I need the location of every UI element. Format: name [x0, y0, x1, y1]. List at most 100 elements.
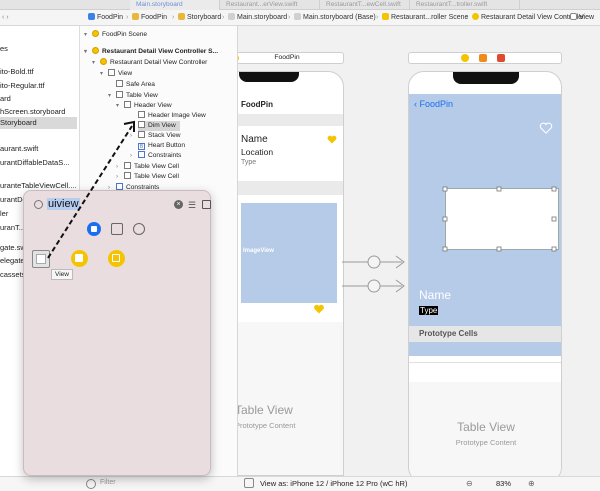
first-responder-icon[interactable]	[479, 54, 487, 62]
prototype-content-label: Prototype Content	[455, 438, 517, 447]
scene-icon	[92, 30, 99, 37]
tab-restaurant-view[interactable]: Restaurant...erView.swift	[220, 0, 320, 10]
image-icon	[138, 111, 145, 118]
storyboard-icon	[294, 13, 301, 20]
header-name-label: Name	[419, 288, 452, 302]
view-icon	[124, 101, 131, 108]
breadcrumb-item[interactable]: Main.storyboard	[228, 10, 287, 26]
prototype-cells-label: Prototype Cells	[419, 329, 478, 338]
controller-icon	[100, 58, 107, 65]
tooltip: View	[51, 269, 73, 280]
disclosure-icon[interactable]: ▾	[116, 101, 124, 111]
zoom-in-icon[interactable]: ⊕	[528, 479, 535, 488]
outline-item[interactable]: ▾ Restaurant Detail View Controller S...	[84, 47, 218, 57]
breadcrumb-separator: ›	[288, 14, 291, 21]
nav-file[interactable]: cassets	[0, 269, 25, 281]
header-type-label: Type	[419, 306, 439, 315]
sidebar-icon[interactable]	[202, 200, 211, 209]
nav-file[interactable]: es	[0, 43, 8, 55]
breadcrumb-separator: ›	[564, 14, 567, 21]
breadcrumb-item[interactable]: FoodPin	[132, 10, 167, 26]
section-divider	[238, 114, 343, 126]
exit-icon[interactable]	[497, 54, 505, 62]
tab-main-storyboard[interactable]: Main.storyboard	[130, 0, 220, 10]
nav-file[interactable]: uranT...	[0, 222, 25, 234]
view-icon	[116, 91, 123, 98]
filter-field[interactable]: Filter	[100, 479, 116, 486]
disclosure-icon[interactable]: ▾	[84, 47, 92, 57]
view-icon	[116, 80, 123, 87]
outline-item[interactable]: ▾ Restaurant Detail View Controller	[92, 58, 207, 68]
zoom-out-icon[interactable]: ⊖	[466, 479, 473, 488]
breadcrumb-separator: ›	[222, 14, 225, 21]
table-view-area	[238, 322, 343, 475]
breadcrumb-item[interactable]: Storyboard	[178, 10, 221, 26]
scene-title-bar: FoodPin	[238, 52, 344, 64]
prototype-content-label: Prototype Content	[238, 421, 296, 430]
selection-handles	[442, 186, 557, 252]
image-view-placeholder: ImageView	[241, 203, 337, 303]
disclosure-icon[interactable]: ▾	[100, 69, 108, 79]
scene-icon	[382, 13, 389, 20]
back-button[interactable]: ‹ FoodPin	[414, 99, 453, 109]
filter-icon[interactable]	[86, 479, 96, 489]
segue-arrows	[342, 255, 405, 293]
breadcrumb-item[interactable]: Restaurant Detail View Controller	[472, 10, 584, 26]
canvas-bottom-bar: View as: iPhone 12 / iPhone 12 Pro (wC h…	[238, 476, 600, 491]
tab-bar: Main.storyboard Restaurant...erView.swif…	[0, 0, 600, 10]
outline-item[interactable]: ▾ Table View	[108, 91, 158, 101]
tab-restaurant-cell[interactable]: RestaurantT...ewCell.swift	[320, 0, 410, 10]
scene-title: FoodPin	[274, 54, 300, 61]
nav-file[interactable]: ard	[0, 93, 11, 105]
device-config-button[interactable]: View as: iPhone 12 / iPhone 12 Pro (wC h…	[260, 479, 407, 488]
breadcrumb-item[interactable]: View	[570, 10, 594, 26]
scene-icon	[92, 47, 99, 54]
disclosure-icon[interactable]: ▾	[108, 91, 116, 101]
zoom-level: 83%	[496, 479, 512, 488]
list-view-icon[interactable]: ☰	[188, 200, 196, 211]
phone-frame-left: FoodPin Name Location Type ImageView Tab…	[238, 71, 344, 476]
folder-icon	[178, 13, 185, 20]
disclosure-icon[interactable]: ▾	[92, 58, 100, 68]
cell-separator	[409, 362, 561, 363]
outline-item[interactable]: Safe Area	[116, 80, 155, 90]
breadcrumb-separator: ›	[126, 14, 129, 21]
cell-name-label: Name	[241, 134, 268, 145]
cell-location-label: Location	[241, 147, 274, 157]
scene-dock	[408, 52, 562, 64]
drag-connection-line	[47, 120, 135, 259]
outline-filter-bar: Filter	[0, 476, 238, 491]
heart-icon	[327, 135, 337, 144]
breadcrumb-separator: ›	[376, 14, 379, 21]
nav-file[interactable]: ito-Regular.ttf	[0, 80, 45, 92]
breadcrumb-item[interactable]: Main.storyboard (Base)	[294, 10, 376, 26]
outline-toggle-icon[interactable]	[244, 478, 254, 488]
controller-icon	[472, 13, 479, 20]
tab-restaurant-controller[interactable]: RestaurantT...troller.swift	[410, 0, 520, 10]
table-view-label: Table View	[238, 403, 293, 417]
nav-file[interactable]: ito-Bold.ttf	[0, 66, 34, 78]
storyboard-icon	[228, 13, 235, 20]
breadcrumb-item[interactable]: FoodPin	[88, 10, 123, 26]
back-icon[interactable]: ‹ ›	[2, 10, 9, 26]
outline-item[interactable]: ▾ View	[100, 69, 132, 79]
heart-icon	[313, 304, 325, 314]
image-view-label: ImageView	[243, 248, 274, 254]
nav-file[interactable]: ler	[0, 208, 8, 220]
disclosure-icon[interactable]: ▾	[84, 30, 92, 40]
folder-icon	[132, 13, 139, 20]
outline-item[interactable]: ▾ Header View	[116, 101, 172, 111]
heart-button-icon[interactable]	[539, 122, 553, 134]
outline-item[interactable]: ▾ FoodPin Scene	[84, 30, 147, 40]
phone-notch	[453, 72, 519, 84]
section-divider	[238, 181, 343, 195]
controller-icon[interactable]	[461, 54, 469, 62]
breadcrumb-item[interactable]: Restaurant...roller Scene	[382, 10, 468, 26]
phone-notch	[239, 72, 299, 82]
project-icon	[88, 13, 95, 20]
view-icon	[570, 13, 577, 20]
table-view-label: Table View	[457, 420, 515, 434]
clear-search-icon[interactable]: ×	[174, 200, 183, 209]
nav-title: FoodPin	[241, 100, 273, 109]
jump-bar: ‹ › FoodPin › FoodPin › Storyboard › Mai…	[0, 10, 600, 26]
